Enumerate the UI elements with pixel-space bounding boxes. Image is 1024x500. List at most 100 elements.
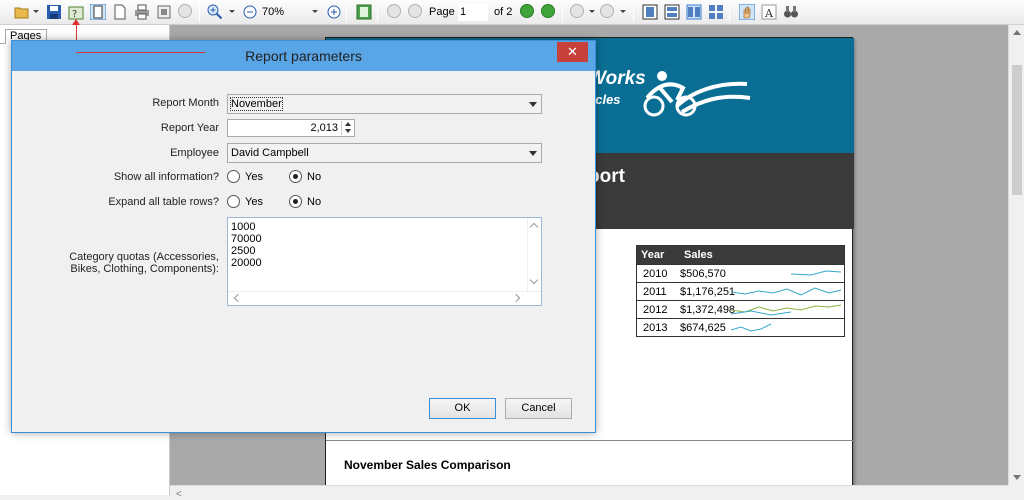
chevron-up-icon[interactable] (529, 222, 539, 232)
scroll-up-icon[interactable] (1013, 30, 1021, 35)
annotation-arrow-line (76, 52, 205, 53)
cell-sales: $674,625 (680, 322, 726, 334)
single-page-view-icon[interactable] (90, 4, 106, 21)
page-label: Page (429, 6, 455, 18)
multi-page-layout-icon[interactable] (708, 4, 724, 21)
sparkline (731, 304, 842, 316)
show-all-no-label[interactable]: No (307, 171, 321, 183)
sparkline (790, 270, 842, 276)
continuous-layout-icon[interactable] (664, 4, 680, 21)
cell-sales: $506,570 (680, 268, 726, 280)
forward-dropdown-caret-icon[interactable] (620, 10, 626, 13)
employee-value: David Campbell (231, 147, 309, 159)
ok-button[interactable]: OK (429, 398, 496, 419)
svg-text:A: A (764, 7, 774, 20)
next-page-icon[interactable] (520, 4, 534, 21)
sparkline (731, 323, 772, 332)
expand-rows-yes-label[interactable]: Yes (245, 196, 263, 208)
scroll-thumb[interactable] (1012, 65, 1022, 195)
save-icon[interactable] (46, 4, 62, 21)
last-page-icon[interactable] (541, 4, 555, 21)
chevron-down-icon[interactable] (529, 275, 539, 285)
category-quotas-label: Category quotas (Accessories, Bikes, Clo… (69, 251, 219, 275)
zoom-select-caret-icon[interactable] (312, 10, 318, 13)
sales-table: Year Sales 2010 $506,570 2011 $1,176,251… (636, 245, 845, 337)
horizontal-scrollbar[interactable]: < (170, 485, 1008, 500)
category-quotas-textarea[interactable]: 1000 70000 2500 20000 (227, 217, 542, 306)
page-count-label: of 2 (494, 6, 513, 18)
expand-rows-label: Expand all table rows? (108, 196, 219, 208)
zoom-in-plus-icon[interactable] (326, 4, 342, 21)
open-dropdown-caret-icon[interactable] (33, 10, 39, 13)
textarea-vertical-scrollbar[interactable] (527, 218, 541, 291)
open-folder-icon[interactable] (14, 4, 30, 21)
employee-select[interactable]: David Campbell (227, 143, 542, 163)
expand-rows-yes-radio[interactable] (227, 195, 240, 208)
annotation-arrowhead-icon (72, 19, 80, 25)
chevron-down-icon (529, 151, 537, 156)
report-year-stepper[interactable]: 2,013 (227, 119, 355, 137)
chevron-right-icon[interactable] (511, 293, 521, 303)
chevron-down-icon (529, 102, 537, 107)
stop-icon[interactable] (178, 4, 192, 21)
table-row: 2013 $674,625 (637, 318, 844, 336)
forward-icon[interactable] (600, 4, 614, 21)
vertical-scrollbar[interactable] (1008, 25, 1024, 485)
report-month-label: Report Month (152, 97, 219, 109)
toolbar: ? 70% Page 1 of 2 A (0, 0, 1024, 25)
brand-name-line1: Works (588, 68, 646, 89)
thumbnails-icon[interactable] (356, 4, 372, 21)
scroll-left-icon[interactable]: < (176, 489, 182, 500)
zoom-in-icon[interactable] (207, 4, 223, 21)
show-all-label: Show all information? (113, 171, 219, 183)
chevron-left-icon[interactable] (233, 293, 243, 303)
quota-line: 20000 (231, 257, 262, 269)
cell-year: 2013 (643, 322, 668, 334)
text-select-icon[interactable]: A (761, 4, 777, 21)
page-number-input[interactable]: 1 (458, 4, 488, 21)
zoom-select[interactable]: 70% (262, 4, 332, 21)
cell-year: 2010 (643, 268, 668, 280)
expand-rows-no-label[interactable]: No (307, 196, 321, 208)
hand-tool-icon[interactable] (739, 4, 755, 21)
find-binoculars-icon[interactable] (783, 4, 799, 21)
sparkline (731, 287, 842, 296)
back-dropdown-caret-icon[interactable] (589, 10, 595, 13)
report-parameters-dialog: Report parameters ✕ Report Month Novembe… (11, 40, 596, 433)
report-month-value: November (230, 97, 283, 111)
export-icon[interactable] (156, 4, 172, 21)
cancel-button[interactable]: Cancel (505, 398, 572, 419)
show-all-yes-radio[interactable] (227, 170, 240, 183)
quota-line: 70000 (231, 233, 262, 245)
dialog-title: Report parameters (245, 48, 362, 64)
back-icon[interactable] (570, 4, 584, 21)
year-spin-buttons[interactable] (341, 121, 353, 135)
comparison-heading: November Sales Comparison (344, 458, 511, 472)
page-setup-icon[interactable] (112, 4, 128, 21)
report-year-value: 2,013 (310, 122, 338, 134)
close-button[interactable]: ✕ (557, 42, 588, 62)
textarea-horizontal-scrollbar[interactable] (228, 291, 541, 305)
report-month-select[interactable]: November (227, 94, 542, 114)
quota-line: 1000 (231, 221, 256, 233)
show-all-yes-label[interactable]: Yes (245, 171, 263, 183)
dialog-titlebar[interactable]: Report parameters ✕ (12, 41, 595, 71)
expand-rows-no-radio[interactable] (289, 195, 302, 208)
zoom-value: 70% (262, 6, 285, 18)
dialog-body: Report Month November Report Year 2,013 … (18, 71, 589, 427)
print-icon[interactable] (134, 4, 150, 21)
show-all-no-radio[interactable] (289, 170, 302, 183)
facing-pages-icon[interactable] (686, 4, 702, 21)
previous-page-icon[interactable] (408, 4, 422, 21)
first-page-icon[interactable] (387, 4, 401, 21)
cyclist-logo-icon (643, 71, 751, 117)
single-page-layout-icon[interactable] (642, 4, 658, 21)
scroll-down-icon[interactable] (1013, 475, 1021, 480)
zoom-out-icon[interactable] (242, 4, 258, 21)
zoom-dropdown-caret-icon[interactable] (229, 10, 235, 13)
table-row: 2012 $1,372,498 (637, 300, 844, 318)
table-row: 2011 $1,176,251 (637, 282, 844, 300)
employee-label: Employee (170, 147, 219, 159)
quota-line: 2500 (231, 245, 256, 257)
cell-year: 2012 (643, 304, 668, 316)
